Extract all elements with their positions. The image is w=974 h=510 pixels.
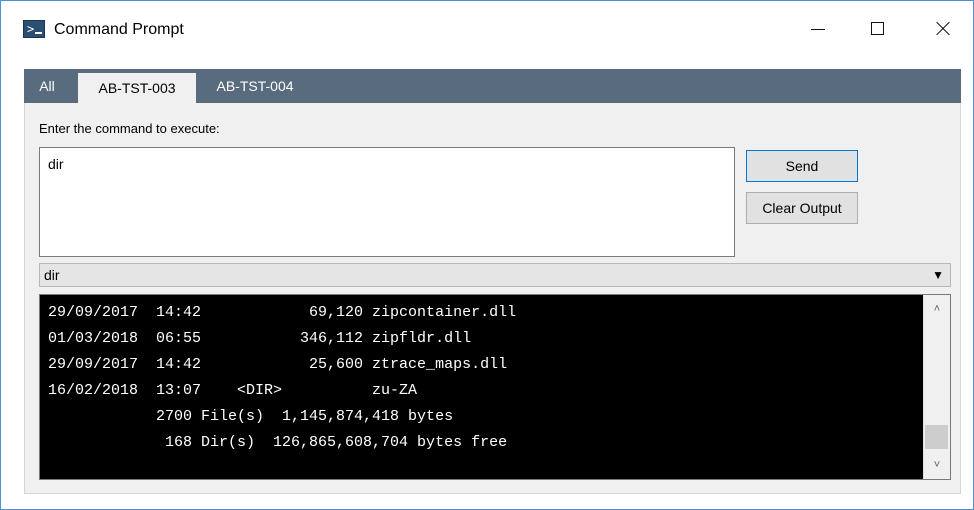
output-line: 16/02/2018 13:07 <DIR> zu-ZA xyxy=(48,382,418,399)
output-console[interactable]: 29/09/2017 14:42 69,120 zipcontainer.dll… xyxy=(39,294,951,480)
output-lines: 29/09/2017 14:42 69,120 zipcontainer.dll… xyxy=(48,300,918,456)
tab-all[interactable]: All xyxy=(32,69,62,103)
scroll-down-icon[interactable]: ˅ xyxy=(924,454,950,476)
window-title: Command Prompt xyxy=(54,21,184,38)
output-line: 29/09/2017 14:42 69,120 zipcontainer.dll xyxy=(48,304,517,321)
console-icon: > xyxy=(23,20,45,38)
minimize-button[interactable] xyxy=(794,9,840,49)
command-history-dropdown[interactable]: dir ▼ xyxy=(39,263,951,287)
clear-output-button[interactable]: Clear Output xyxy=(746,192,858,224)
vertical-scrollbar[interactable]: ˄ ˅ xyxy=(923,295,950,479)
output-line: 01/03/2018 06:55 346,112 zipfldr.dll xyxy=(48,330,472,347)
output-line: 29/09/2017 14:42 25,600 ztrace_maps.dll xyxy=(48,356,508,373)
history-selected-value: dir xyxy=(44,267,60,283)
title-bar[interactable]: > Command Prompt xyxy=(1,1,973,61)
command-input[interactable]: dir xyxy=(39,147,735,257)
scroll-thumb[interactable] xyxy=(925,425,948,449)
tab-ab-tst-004[interactable]: AB-TST-004 xyxy=(198,69,312,103)
output-line: 2700 File(s) 1,145,874,418 bytes xyxy=(48,408,454,425)
send-button[interactable]: Send xyxy=(746,150,858,182)
close-button[interactable] xyxy=(919,9,965,49)
command-label: Enter the command to execute: xyxy=(39,121,220,136)
tab-strip: All AB-TST-003 AB-TST-004 xyxy=(24,69,961,103)
tab-ab-tst-003[interactable]: AB-TST-003 xyxy=(78,73,196,103)
output-line: 168 Dir(s) 126,865,608,704 bytes free xyxy=(48,434,508,451)
scroll-up-icon[interactable]: ˄ xyxy=(924,298,950,320)
dropdown-arrow-icon[interactable]: ▼ xyxy=(932,268,944,282)
maximize-button[interactable] xyxy=(855,9,901,49)
